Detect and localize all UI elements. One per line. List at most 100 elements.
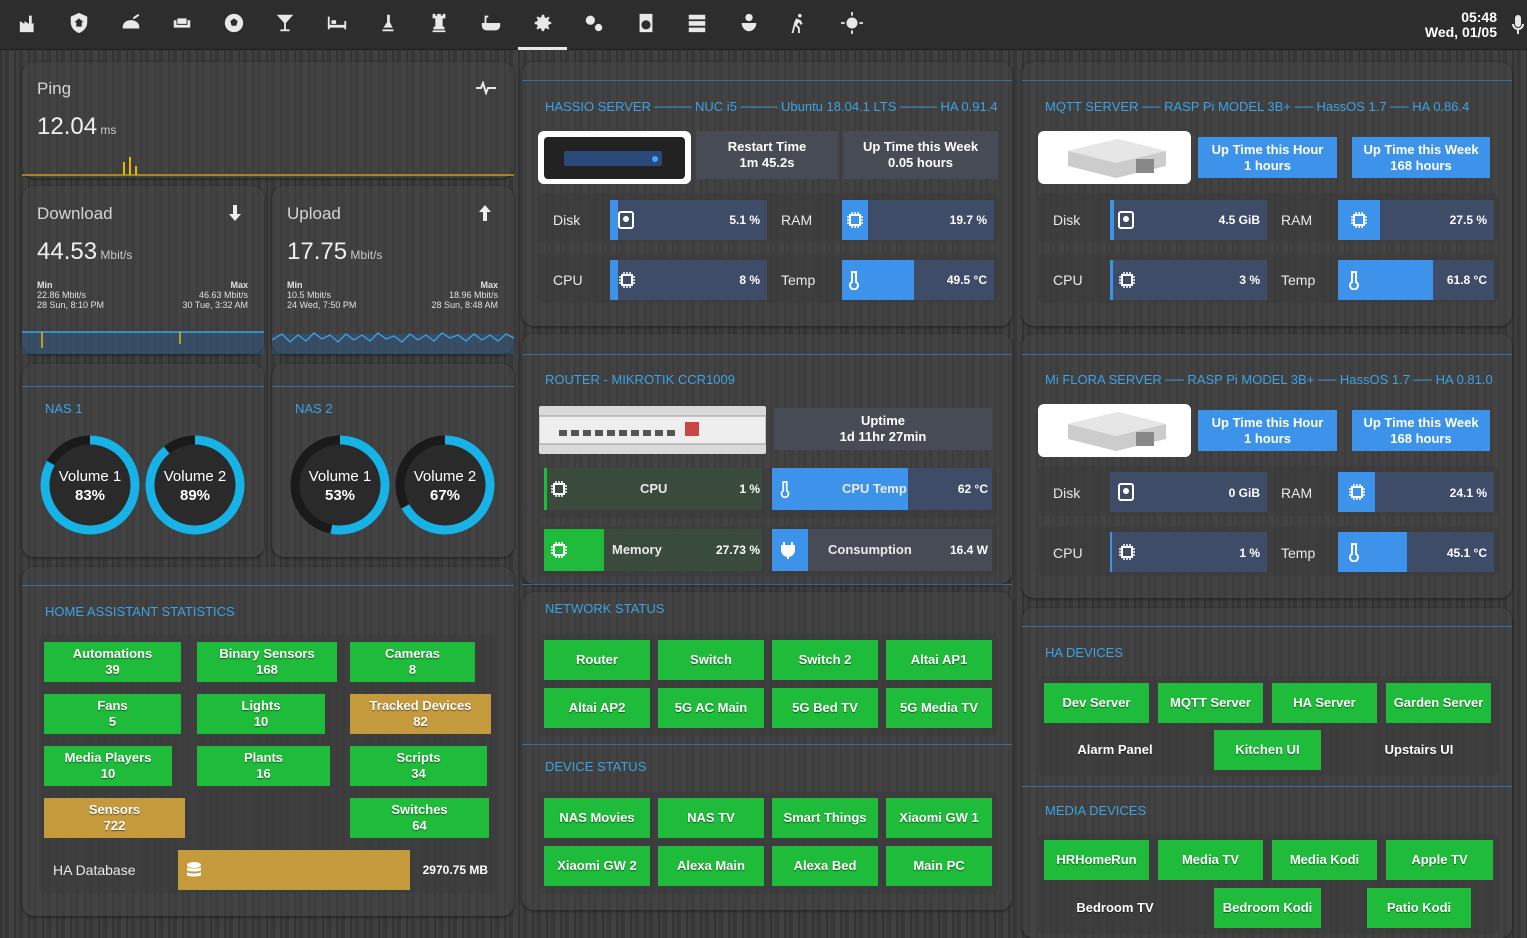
device-smart-things[interactable]: Smart Things [772, 798, 878, 838]
upload-card[interactable]: Upload 17.75 Mbit/s Min 10.5 Mbit/s 24 Wed… [272, 186, 514, 354]
stat-media-players[interactable]: Media Players 10 [44, 746, 172, 786]
ping-unit: ms [100, 123, 117, 137]
chess-rook-icon[interactable] [426, 12, 452, 38]
thermometer-icon [1349, 271, 1359, 290]
mqtt-uptime-hour: Up Time this Hour 1 hours [1198, 137, 1337, 178]
router-uptime: Uptime 1d 11hr 27min [774, 408, 992, 450]
sun-icon[interactable] [839, 12, 865, 38]
media-device-patio-kodi[interactable]: Patio Kodi [1367, 888, 1471, 928]
shield-home-icon[interactable] [66, 12, 92, 38]
download-graph [22, 331, 264, 354]
cogs-icon[interactable] [581, 12, 607, 38]
device-status-title: DEVICE STATUS [545, 759, 647, 774]
ha-device-garden-server[interactable]: Garden Server [1386, 683, 1491, 723]
media-device-media-tv[interactable]: Media TV [1158, 840, 1263, 880]
nas2-volume1-value: 53% [324, 487, 356, 504]
router-cputemp-label: CPU Temp [842, 481, 907, 496]
database-icon [187, 862, 201, 877]
stat-lights[interactable]: Lights 10 [197, 694, 325, 734]
hassio-cpu-value: 8 % [739, 273, 760, 287]
hassio-ram-value: 19.7 % [949, 213, 987, 227]
stat-sensors[interactable]: Sensors 722 [44, 798, 185, 838]
bed-icon[interactable] [324, 12, 350, 38]
network-5g-bed-tv[interactable]: 5G Bed TV [772, 688, 878, 728]
stat-cameras[interactable]: Cameras 8 [350, 642, 475, 682]
hassio-cpu-label: CPU [553, 272, 583, 288]
device-nas-tv[interactable]: NAS TV [658, 798, 764, 838]
mqtt-uptime-week: Up Time this Week 168 hours [1352, 137, 1490, 178]
download-min-label: Min [37, 280, 53, 290]
stat-binary-sensors[interactable]: Binary Sensors 168 [197, 642, 337, 682]
robot-vacuum-icon[interactable] [118, 12, 144, 38]
mqtt-temp-label: Temp [1281, 272, 1316, 288]
router-memory-label: Memory [612, 542, 662, 557]
ha-device-kitchen-ui[interactable]: Kitchen UI [1214, 730, 1321, 770]
hassio-restart-time: Restart Time 1m 45.2s [696, 131, 838, 179]
stat-scripts[interactable]: Scripts 34 [350, 746, 487, 786]
thermometer-icon [849, 271, 859, 290]
microphone-icon[interactable] [1511, 14, 1525, 36]
router-consumption-label: Consumption [828, 542, 912, 557]
device-alexa-bed[interactable]: Alexa Bed [772, 846, 878, 886]
stat-plants[interactable]: Plants 16 [197, 746, 330, 786]
flower-icon[interactable] [736, 12, 762, 38]
ha-statistics-card: HOME ASSISTANT STATISTICS Automations 39 … [22, 567, 514, 916]
stat-fans[interactable]: Fans 5 [44, 694, 181, 734]
media-device-bedroom-tv[interactable]: Bedroom TV [1044, 888, 1186, 928]
router-consumption-value: 16.4 W [949, 543, 988, 557]
run-icon[interactable] [785, 12, 811, 38]
router-card: ROUTER - MIKROTIK CCR1009 Uptime 1d 11hr … [522, 334, 1012, 584]
miflora-ram-fill [1338, 472, 1375, 512]
device-xiaomi-gw-2[interactable]: Xiaomi GW 2 [544, 846, 650, 886]
device-nas-movies[interactable]: NAS Movies [544, 798, 650, 838]
factory-icon[interactable] [16, 12, 42, 38]
sofa-icon[interactable] [169, 12, 195, 38]
mqtt-cpu-fill [1110, 260, 1113, 300]
server-icon[interactable] [684, 12, 710, 38]
stat-tracked-devices[interactable]: Tracked Devices 82 [350, 694, 491, 734]
cocktail-icon[interactable] [272, 12, 298, 38]
active-tab-indicator [518, 47, 567, 50]
washing-machine-icon[interactable] [633, 12, 659, 38]
media-device-bedroom-kodi[interactable]: Bedroom Kodi [1214, 888, 1321, 928]
person-icon[interactable] [375, 12, 401, 38]
ha-database-label: HA Database [53, 862, 136, 878]
soccer-icon[interactable] [221, 12, 247, 38]
bathtub-icon[interactable] [478, 12, 504, 38]
hassio-disk-label: Disk [553, 212, 581, 228]
ha-device-mqtt-server[interactable]: MQTT Server [1158, 683, 1263, 723]
network-altai-ap1[interactable]: Altai AP1 [886, 640, 992, 680]
device-xiaomi-gw-1[interactable]: Xiaomi GW 1 [886, 798, 992, 838]
ha-device-dev-server[interactable]: Dev Server [1044, 683, 1149, 723]
stat-automations[interactable]: Automations 39 [44, 642, 181, 682]
miflora-cpu-fill [1110, 532, 1112, 572]
cog-icon[interactable] [530, 12, 556, 38]
network-status-title: NETWORK STATUS [545, 601, 665, 616]
stat-switches[interactable]: Switches 64 [350, 798, 489, 838]
ping-card[interactable]: Ping 12.04 ms [22, 62, 514, 178]
nas1-title: NAS 1 [45, 401, 83, 416]
nas2-volume2-label: Volume 2 [413, 468, 477, 485]
harddisk-icon [1118, 483, 1134, 501]
ha-device-ha-server[interactable]: HA Server [1272, 683, 1377, 723]
media-device-apple-tv[interactable]: Apple TV [1386, 840, 1493, 880]
download-card[interactable]: Download 44.53 Mbit/s Min 22.86 Mbit/s 28 … [22, 186, 264, 354]
ha-database-value: 2970.75 MB [422, 863, 488, 877]
nas2-volume1-label: Volume 1 [308, 468, 372, 485]
ha-device-alarm-panel[interactable]: Alarm Panel [1044, 730, 1186, 770]
network-altai-ap2[interactable]: Altai AP2 [544, 688, 650, 728]
device-main-pc[interactable]: Main PC [886, 846, 992, 886]
network-switch[interactable]: Switch [658, 640, 764, 680]
network-router[interactable]: Router [544, 640, 650, 680]
device-alexa-main[interactable]: Alexa Main [658, 846, 764, 886]
media-device-media-kodi[interactable]: Media Kodi [1272, 840, 1377, 880]
ha-devices-title: HA DEVICES [1045, 645, 1124, 660]
mqtt-ram-fill [1338, 200, 1380, 240]
ha-device-upstairs-ui[interactable]: Upstairs UI [1350, 730, 1488, 770]
network-5g-ac-main[interactable]: 5G AC Main [658, 688, 764, 728]
network-5g-media-tv[interactable]: 5G Media TV [886, 688, 992, 728]
mqtt-cpu-value: 3 % [1239, 273, 1260, 287]
media-device-hrhomerun[interactable]: HRHomeRun [1044, 840, 1149, 880]
network-switch-2[interactable]: Switch 2 [772, 640, 878, 680]
mqtt-title: MQTT SERVER ── RASP Pi MODEL 3B+ ── Hass… [1045, 99, 1470, 114]
